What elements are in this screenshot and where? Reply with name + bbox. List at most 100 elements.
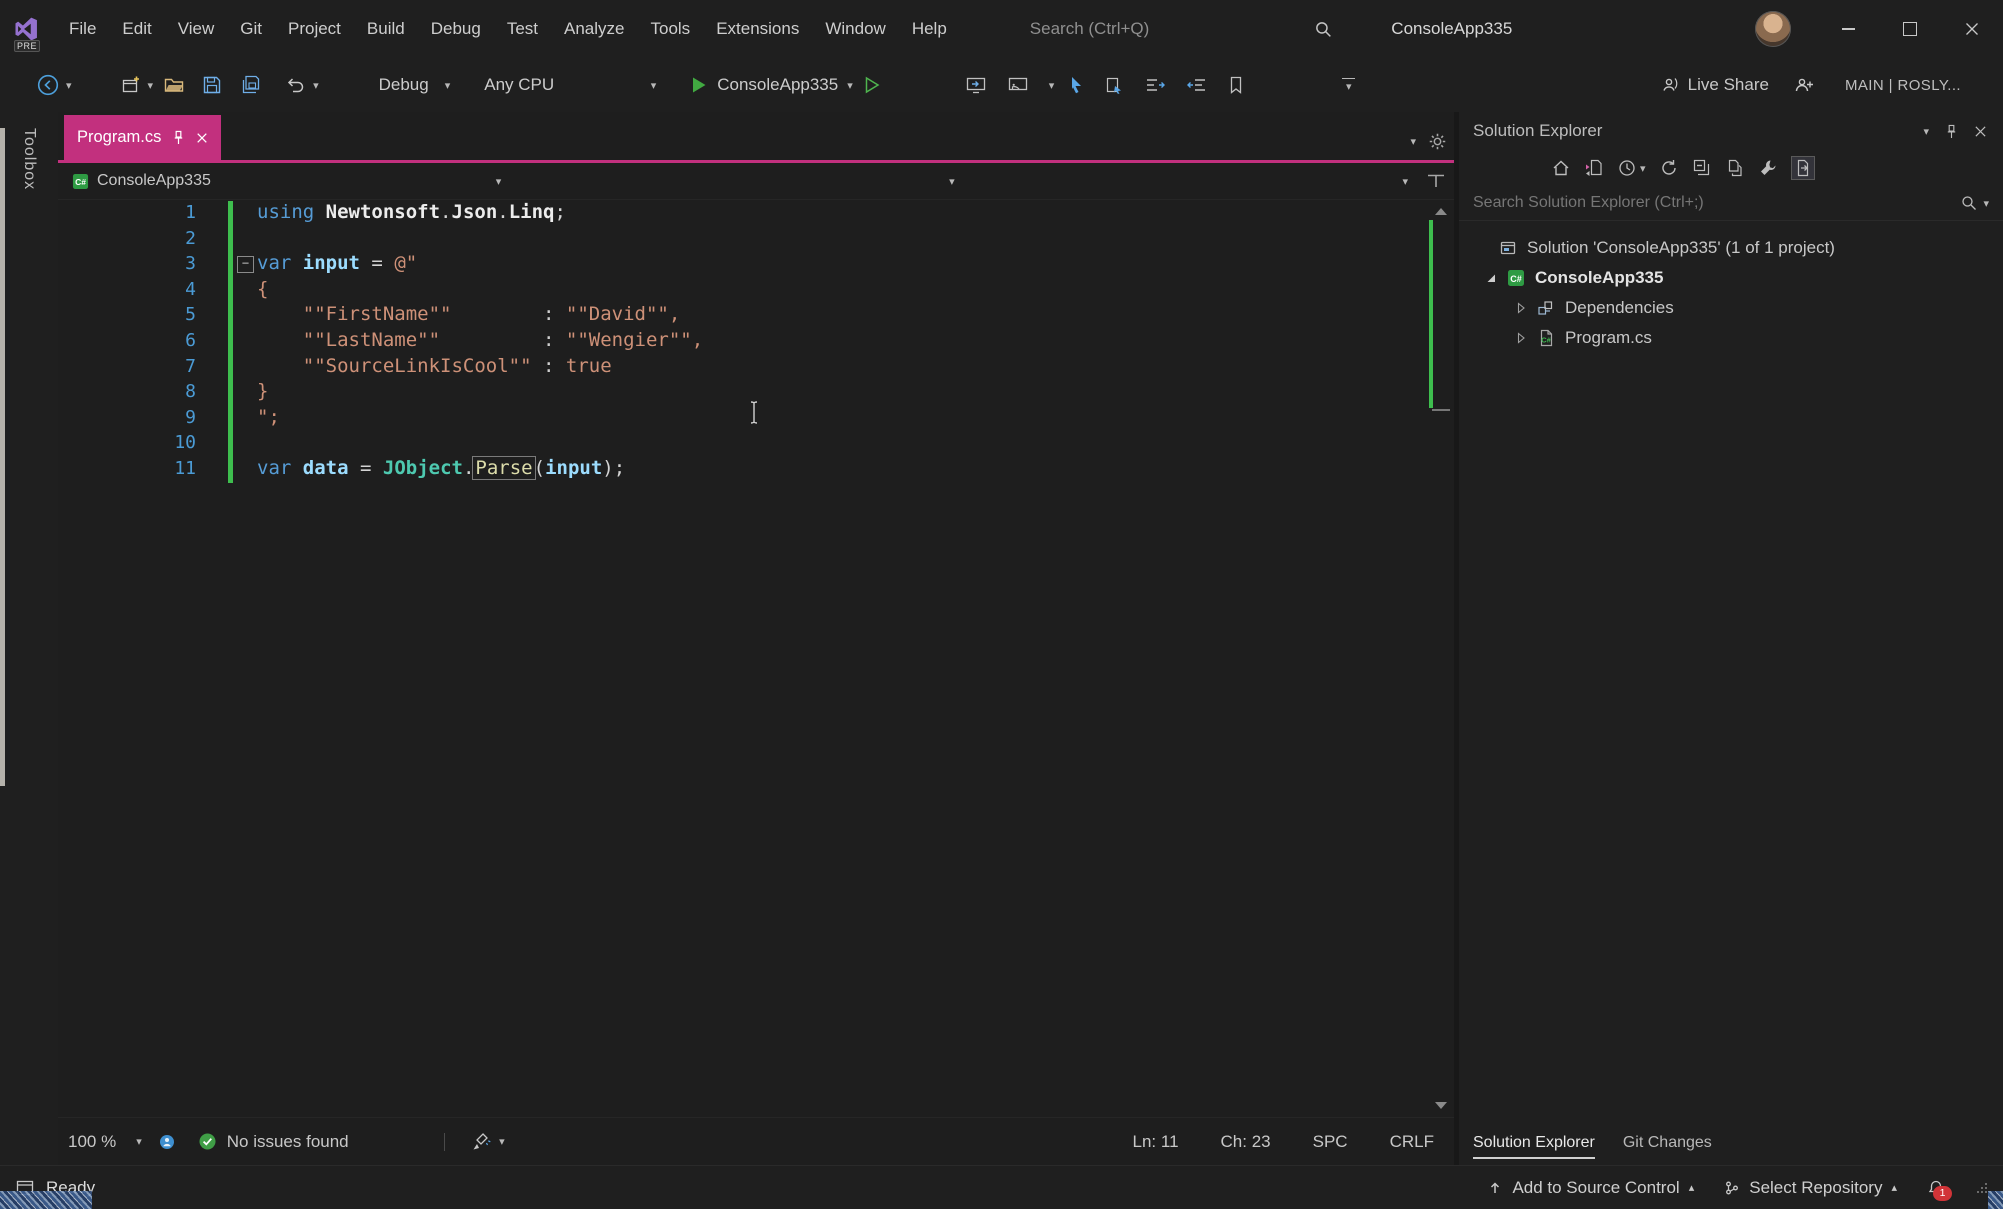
scrollbar-thumb[interactable] [1432,409,1450,411]
zoom-chevron-icon[interactable]: ▾ [136,1136,142,1147]
new-project-icon[interactable] [120,74,142,96]
menu-debug[interactable]: Debug [418,19,494,39]
scroll-up-icon[interactable] [1435,208,1447,215]
close-icon[interactable] [196,132,208,144]
menu-edit[interactable]: Edit [109,19,164,39]
tree-item-consoleapp335[interactable]: C# ConsoleApp335 [1459,263,2003,293]
bookmark-icon[interactable] [1228,75,1244,95]
editor-scrollbar[interactable] [1428,200,1454,1117]
build-branch-label[interactable]: MAIN | ROSLY... [1845,77,1961,94]
menu-analyze[interactable]: Analyze [551,19,637,39]
tree-item-program-cs[interactable]: C# Program.cs [1459,323,2003,353]
add-person-icon[interactable] [1793,75,1815,95]
code-row[interactable]: 4{ [58,277,1428,303]
scroll-down-icon[interactable] [1435,1102,1447,1109]
switch-views-icon[interactable] [1584,158,1604,178]
home-icon[interactable] [1551,158,1571,178]
menu-extensions[interactable]: Extensions [703,19,812,39]
code-line[interactable]: var input = @" [257,251,417,277]
add-to-source-control-button[interactable]: Add to Source Control ▴ [1487,1178,1694,1198]
visual-studio-logo[interactable]: PRE [0,0,52,58]
indent-mode[interactable]: SPC [1313,1132,1348,1152]
maximize-button[interactable] [1879,0,1941,58]
search-input[interactable]: Search (Ctrl+Q) [1030,19,1150,39]
notifications-bell-icon[interactable]: 1 [1927,1179,1952,1201]
menu-tools[interactable]: Tools [638,19,704,39]
pin-icon[interactable] [172,130,185,145]
solution-platform-dropdown[interactable]: Any CPU ▾ [484,75,656,95]
select-repository-button[interactable]: Select Repository ▴ [1724,1178,1897,1198]
resize-grip[interactable] [1975,1181,1989,1195]
open-file-icon[interactable] [163,74,185,96]
refresh-icon[interactable] [1659,158,1679,178]
navigate-back-chevron-icon[interactable]: ▾ [66,80,72,91]
code-row[interactable]: 5 ""FirstName"" : ""David"", [58,302,1428,328]
minimize-button[interactable] [1817,0,1879,58]
panel-options-chevron-icon[interactable]: ▾ [1923,126,1929,137]
show-all-files-icon[interactable] [1725,158,1745,178]
breadcrumb-member-chevron-icon[interactable]: ▾ [1402,176,1408,187]
code-row[interactable]: 6 ""LastName"" : ""Wengier"", [58,328,1428,354]
navigate-back-icon[interactable] [36,73,60,97]
menu-git[interactable]: Git [227,19,275,39]
monitor-arrow-icon[interactable] [965,75,987,95]
clipboard-cursor-icon[interactable] [1104,75,1124,95]
menu-help[interactable]: Help [899,19,960,39]
menu-build[interactable]: Build [354,19,418,39]
breadcrumb-project[interactable]: ConsoleApp335 [97,172,211,190]
toolbar-overflow-button[interactable]: ▾ [1342,77,1356,92]
code-line[interactable]: "; [257,405,280,431]
start-debugging-button[interactable]: ConsoleApp335 ▾ [690,75,853,95]
save-all-icon[interactable] [239,74,263,96]
search-options-chevron-icon[interactable]: ▾ [1983,198,1989,209]
code-cleanup-button[interactable]: ▾ [471,1132,505,1152]
zoom-level[interactable]: 100 % [68,1132,116,1152]
code-line[interactable]: ""SourceLinkIsCool"" : true [257,354,612,380]
status-indicator-icon[interactable] [158,1133,176,1151]
screen-broadcast-chevron-icon[interactable]: ▾ [1049,80,1055,91]
tab-program-cs[interactable]: Program.cs [64,115,222,160]
code-line[interactable]: } [257,379,268,405]
tool-tab-solution-explorer[interactable]: Solution Explorer [1473,1134,1595,1159]
search-icon[interactable] [1960,194,1978,212]
menu-view[interactable]: View [165,19,228,39]
menu-window[interactable]: Window [812,19,898,39]
code-line[interactable]: ""LastName"" : ""Wengier"", [257,328,703,354]
tool-tab-git-changes[interactable]: Git Changes [1623,1134,1712,1159]
code-row[interactable]: 10 [58,430,1428,456]
solution-configuration-dropdown[interactable]: Debug ▾ [379,75,451,95]
close-button[interactable] [1941,0,2003,58]
line-ending[interactable]: CRLF [1390,1132,1434,1152]
fold-collapse-marker[interactable]: − [237,256,254,273]
expander-icon[interactable] [1515,332,1537,344]
undo-icon[interactable] [285,75,307,95]
tree-item-solution-consoleapp335-1-of-1-project[interactable]: Solution 'ConsoleApp335' (1 of 1 project… [1459,233,2003,263]
code-row[interactable]: 3 var input = @" [58,251,1428,277]
document-health-indicator[interactable]: No issues found [198,1132,349,1152]
code-row[interactable]: 9 "; [58,405,1428,431]
live-share-button[interactable]: Live Share [1660,75,1769,95]
tab-list-chevron-icon[interactable]: ▾ [1410,136,1416,147]
code-row[interactable]: 7 ""SourceLinkIsCool"" : true [58,354,1428,380]
new-project-chevron-icon[interactable]: ▾ [148,80,154,91]
code-line[interactable]: var data = JObject.Parse(input); [257,455,625,482]
properties-wrench-icon[interactable] [1758,158,1778,178]
code-row[interactable]: 8} [58,379,1428,405]
preview-selected-items-icon[interactable] [1790,156,1815,180]
solution-explorer-search[interactable]: Search Solution Explorer (Ctrl+;) ▾ [1459,186,2003,221]
code-row[interactable]: 1 using Newtonsoft.Json.Linq; [58,200,1428,226]
code-line[interactable]: using Newtonsoft.Json.Linq; [257,200,566,226]
cursor-arrow-icon[interactable] [1068,75,1084,95]
cursor-line[interactable]: Ln: 11 [1133,1132,1179,1152]
code-editor[interactable]: 1 using Newtonsoft.Json.Linq; 2 3 var input … [58,200,1454,1117]
close-icon[interactable] [1974,125,1987,138]
code-line[interactable]: { [257,277,268,303]
pending-changes-filter-icon[interactable]: ▾ [1617,158,1646,178]
collapse-all-icon[interactable] [1692,158,1712,178]
code-row[interactable]: 2 [58,226,1428,252]
expander-icon[interactable] [1485,272,1507,284]
breadcrumb-project-chevron-icon[interactable]: ▾ [496,176,502,187]
start-without-debugging-icon[interactable] [863,75,881,95]
undo-chevron-icon[interactable]: ▾ [313,80,319,91]
screen-broadcast-icon[interactable] [1007,75,1029,95]
